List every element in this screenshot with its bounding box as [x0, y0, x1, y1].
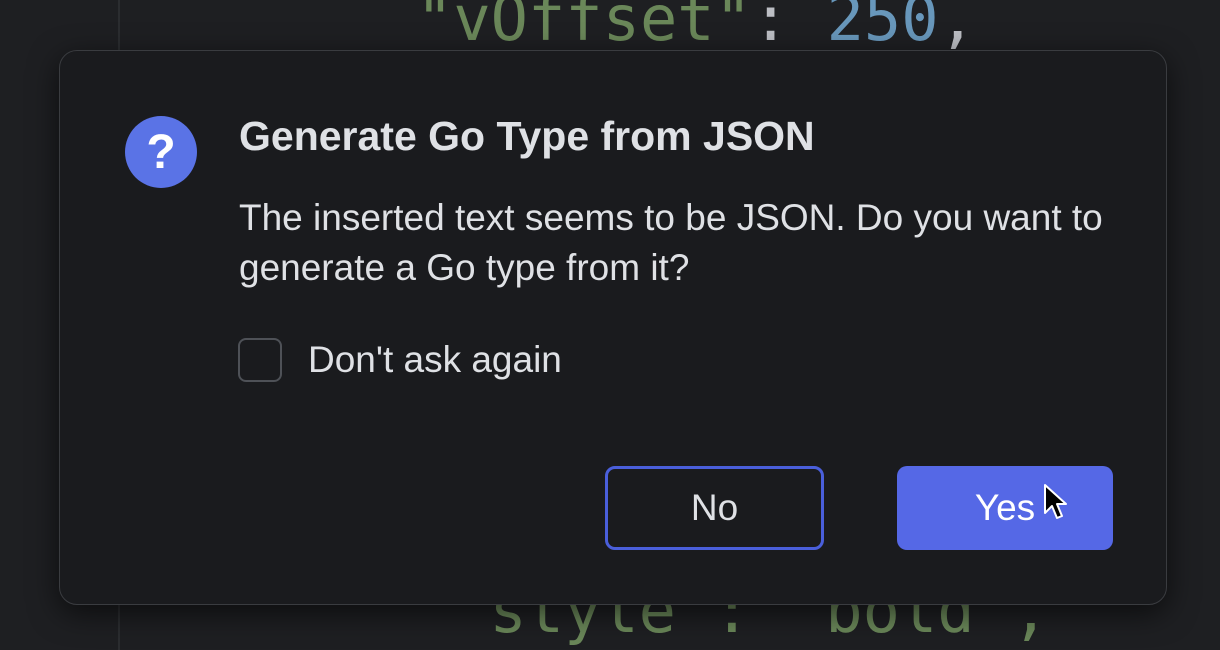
generate-go-type-dialog: ? Generate Go Type from JSON The inserte…	[59, 50, 1167, 605]
no-button[interactable]: No	[605, 466, 824, 550]
dialog-title: Generate Go Type from JSON	[239, 113, 815, 159]
dont-ask-again-row[interactable]: Don't ask again	[238, 338, 562, 382]
code-key: "vOffset"	[416, 0, 752, 55]
code-value: 250	[826, 0, 939, 55]
code-line-voffset: "vOffset": 250,	[416, 0, 976, 50]
dialog-message: The inserted text seems to be JSON. Do y…	[239, 197, 1103, 288]
dont-ask-again-checkbox[interactable]	[238, 338, 282, 382]
mouse-pointer-icon	[1044, 484, 1067, 519]
dont-ask-again-label[interactable]: Don't ask again	[308, 339, 562, 381]
code-comma: ,	[938, 0, 976, 55]
yes-button[interactable]: Yes	[897, 466, 1113, 550]
code-colon: :	[751, 0, 827, 55]
question-icon: ?	[125, 116, 197, 188]
